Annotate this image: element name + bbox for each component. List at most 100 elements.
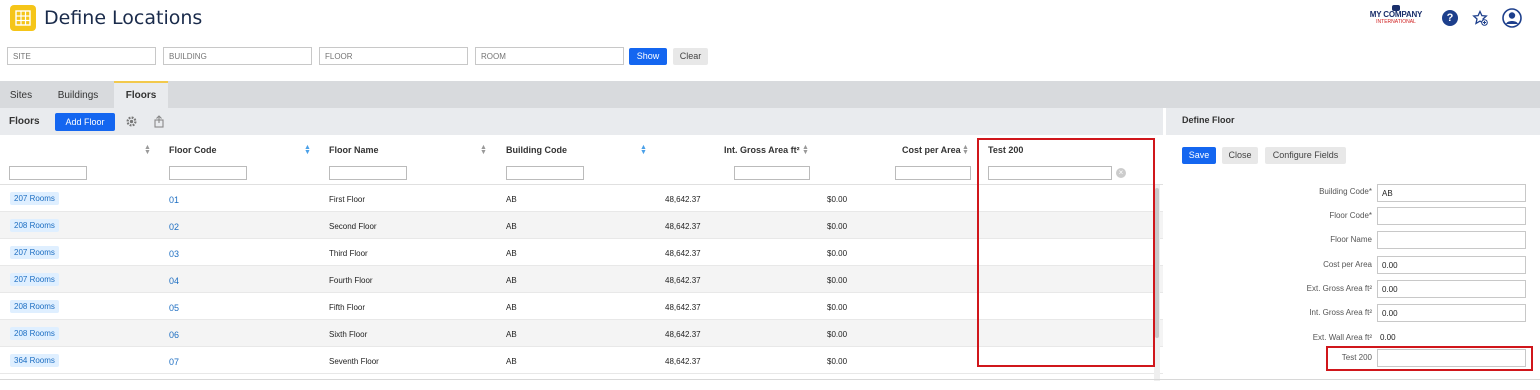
rooms-link[interactable]: 207 Rooms [10, 246, 59, 259]
sort-icon[interactable]: ▲ ▼ [304, 144, 311, 156]
page-title: Define Locations [44, 7, 203, 29]
app-header: Define Locations MY COMPANY INTERNATIONA… [0, 0, 1540, 40]
add-floor-button[interactable]: Add Floor [55, 113, 115, 131]
building-code-cell: AB [506, 195, 517, 204]
tab-bar [0, 81, 1540, 108]
int-gross-area-cell: 48,642.37 [665, 276, 701, 285]
ext-wall-area-value: 0.00 [1380, 333, 1396, 342]
cost-per-area-cell: $0.00 [827, 330, 848, 339]
rooms-link[interactable]: 208 Rooms [10, 219, 59, 232]
logo-crown [1392, 5, 1400, 11]
define-floor-title: Define Floor [1166, 108, 1540, 135]
floor-name-column-filter[interactable] [329, 166, 407, 180]
column-floor-name[interactable]: Floor Name [329, 145, 379, 155]
building-filter-input[interactable] [163, 47, 312, 65]
cost-per-area-cell: $0.00 [827, 357, 848, 366]
int-gross-area-label: Int. Gross Area ft² [1309, 308, 1372, 317]
test-200-column-highlight [977, 138, 1155, 367]
cost-per-area-cell: $0.00 [827, 249, 848, 258]
column-cost-per-area[interactable]: Cost per Area [902, 145, 961, 155]
building-code-label: Building Code* [1319, 187, 1372, 196]
cost-per-area-field[interactable] [1377, 256, 1526, 274]
help-icon[interactable]: ? [1442, 10, 1458, 26]
floors-panel-title: Floors [9, 116, 40, 127]
window-bottom-border [0, 379, 1540, 380]
floor-code-link[interactable]: 02 [169, 222, 179, 232]
clear-button[interactable]: Clear [673, 48, 708, 65]
grid-scrollbar-thumb[interactable] [1155, 188, 1159, 338]
test-200-field-highlight [1326, 346, 1533, 371]
int-gross-area-column-filter[interactable] [734, 166, 810, 180]
column-building-code[interactable]: Building Code [506, 145, 567, 155]
floor-code-field[interactable] [1377, 207, 1526, 225]
company-subtitle: INTERNATIONAL [1376, 19, 1416, 25]
floor-code-link[interactable]: 05 [169, 303, 179, 313]
building-code-cell: AB [506, 303, 517, 312]
rooms-link[interactable]: 208 Rooms [10, 300, 59, 313]
close-button[interactable]: Close [1222, 147, 1258, 164]
floor-filter-input[interactable] [319, 47, 468, 65]
sort-icon[interactable]: ▲ ▼ [144, 144, 151, 156]
building-code-field[interactable] [1377, 184, 1526, 202]
app-grid-icon[interactable] [10, 5, 36, 31]
floor-name-cell: First Floor [329, 195, 365, 204]
sort-icon[interactable]: ▲ ▼ [640, 144, 647, 156]
cost-per-area-cell: $0.00 [827, 222, 848, 231]
settings-gear-icon[interactable] [125, 115, 138, 128]
tab-sites[interactable]: Sites [0, 81, 42, 108]
floor-name-cell: Second Floor [329, 222, 377, 231]
int-gross-area-cell: 48,642.37 [665, 357, 701, 366]
rooms-link[interactable]: 207 Rooms [10, 273, 59, 286]
sort-icon[interactable]: ▲ ▼ [962, 144, 969, 156]
export-icon[interactable] [153, 115, 165, 128]
site-filter-input[interactable] [7, 47, 156, 65]
floor-name-cell: Fifth Floor [329, 303, 366, 312]
favorites-icon[interactable] [1472, 9, 1488, 26]
ext-gross-area-field[interactable] [1377, 280, 1526, 298]
configure-fields-button[interactable]: Configure Fields [1265, 147, 1346, 164]
cost-per-area-label: Cost per Area [1323, 260, 1372, 269]
rooms-link[interactable]: 207 Rooms [10, 192, 59, 205]
building-code-cell: AB [506, 276, 517, 285]
int-gross-area-cell: 48,642.37 [665, 330, 701, 339]
building-code-column-filter[interactable] [506, 166, 584, 180]
room-filter-input[interactable] [475, 47, 624, 65]
int-gross-area-cell: 48,642.37 [665, 249, 701, 258]
save-button[interactable]: Save [1182, 147, 1216, 164]
building-code-cell: AB [506, 249, 517, 258]
user-icon[interactable] [1502, 8, 1522, 28]
cost-per-area-cell: $0.00 [827, 195, 848, 204]
ext-gross-area-label: Ext. Gross Area ft² [1306, 284, 1372, 293]
floor-code-label: Floor Code* [1329, 211, 1372, 220]
sort-icon[interactable]: ▲ ▼ [802, 144, 809, 156]
cost-per-area-column-filter[interactable] [895, 166, 971, 180]
tab-floors[interactable]: Floors [114, 81, 168, 108]
rooms-link[interactable]: 364 Rooms [10, 354, 59, 367]
floor-name-cell: Fourth Floor [329, 276, 373, 285]
cost-per-area-cell: $0.00 [827, 303, 848, 312]
floor-name-field[interactable] [1377, 231, 1526, 249]
column-floor-code[interactable]: Floor Code [169, 145, 217, 155]
floors-toolbar [0, 108, 1163, 135]
int-gross-area-field[interactable] [1377, 304, 1526, 322]
tab-buildings[interactable]: Buildings [44, 81, 112, 108]
company-name: MY COMPANY [1369, 10, 1423, 19]
int-gross-area-cell: 48,642.37 [665, 222, 701, 231]
floor-code-link[interactable]: 01 [169, 195, 179, 205]
floor-name-label: Floor Name [1330, 235, 1372, 244]
floor-code-link[interactable]: 03 [169, 249, 179, 259]
show-button[interactable]: Show [629, 48, 667, 65]
int-gross-area-cell: 48,642.37 [665, 195, 701, 204]
floor-code-column-filter[interactable] [169, 166, 247, 180]
floor-name-cell: Sixth Floor [329, 330, 368, 339]
rooms-column-filter[interactable] [9, 166, 87, 180]
building-code-cell: AB [506, 222, 517, 231]
floor-name-cell: Third Floor [329, 249, 368, 258]
sort-icon[interactable]: ▲ ▼ [480, 144, 487, 156]
floor-code-link[interactable]: 07 [169, 357, 179, 367]
int-gross-area-cell: 48,642.37 [665, 303, 701, 312]
column-int-gross-area[interactable]: Int. Gross Area ft² [724, 145, 800, 155]
floor-code-link[interactable]: 04 [169, 276, 179, 286]
rooms-link[interactable]: 208 Rooms [10, 327, 59, 340]
floor-code-link[interactable]: 06 [169, 330, 179, 340]
